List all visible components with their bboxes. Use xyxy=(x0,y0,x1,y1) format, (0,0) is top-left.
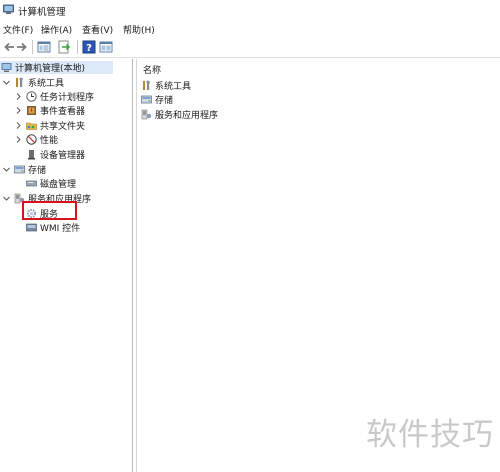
tree-item-label: 共享文件夹 xyxy=(40,122,86,132)
menu-help[interactable]: 帮助(H) xyxy=(123,23,155,36)
tree-item-device-manager[interactable]: 设备管理器 xyxy=(26,148,85,161)
event-viewer-icon xyxy=(27,106,36,115)
tree-item-label: 存储 xyxy=(28,166,47,176)
menu-bar: 文件(F) 操作(A) 查看(V) 帮助(H) xyxy=(0,21,500,36)
list-item-storage[interactable]: 存储 xyxy=(141,93,173,106)
export-list-icon[interactable] xyxy=(57,40,71,54)
highlight-annotation-box xyxy=(22,201,77,220)
tree-item-label: 性能 xyxy=(40,136,59,146)
tools-icon xyxy=(143,80,150,90)
tree-root-computer-management[interactable]: 计算机管理(本地) xyxy=(0,61,113,74)
chevron-down-icon[interactable] xyxy=(2,194,11,203)
tree-item-label: 磁盘管理 xyxy=(40,180,77,190)
list-item-label: 服务和应用程序 xyxy=(155,111,219,121)
tree-item-label: WMI 控件 xyxy=(40,224,81,234)
tree-item-disk-management[interactable]: 磁盘管理 xyxy=(26,177,76,190)
column-header-name[interactable]: 名称 xyxy=(143,63,161,76)
menu-action[interactable]: 操作(A) xyxy=(41,23,72,36)
tree-item-performance[interactable]: 性能 xyxy=(14,133,58,146)
wmi-icon xyxy=(26,223,37,232)
disk-icon xyxy=(26,180,37,187)
tree-item-label: 任务计划程序 xyxy=(40,93,95,103)
title-bar: 计算机管理 xyxy=(0,0,500,21)
tree-item-label: 系统工具 xyxy=(28,79,65,89)
tree-item-label: 设备管理器 xyxy=(40,151,86,161)
properties-icon[interactable] xyxy=(99,40,113,54)
forward-arrow-icon[interactable] xyxy=(15,40,29,54)
clock-icon xyxy=(26,91,37,102)
list-item-system-tools[interactable]: 系统工具 xyxy=(141,79,191,92)
show-tree-icon[interactable] xyxy=(37,40,51,54)
computer-management-icon xyxy=(3,4,14,14)
toolbar: ? xyxy=(0,37,500,58)
window-title: 计算机管理 xyxy=(18,7,66,18)
tree-item-label: 事件查看器 xyxy=(40,107,86,117)
services-apps-icon xyxy=(141,109,152,120)
watermark-text: 软件技巧 xyxy=(366,417,494,453)
device-manager-icon xyxy=(28,150,35,160)
back-arrow-icon[interactable] xyxy=(2,40,16,54)
tree-item-event-viewer[interactable]: 事件查看器 xyxy=(14,104,85,117)
navigation-tree[interactable]: 计算机管理(本地) 系统工具 任务计划程序 事件查看器 共享文件夹 性能 设备管… xyxy=(0,59,133,472)
help-icon[interactable]: ? xyxy=(82,40,96,54)
tree-item-shared-folders[interactable]: 共享文件夹 xyxy=(14,119,85,132)
chevron-down-icon[interactable] xyxy=(2,165,11,174)
tree-item-wmi-control[interactable]: WMI 控件 xyxy=(26,221,80,234)
chevron-right-icon[interactable] xyxy=(14,121,23,130)
menu-view[interactable]: 查看(V) xyxy=(82,23,113,36)
tree-item-storage[interactable]: 存储 xyxy=(2,163,46,176)
menu-file[interactable]: 文件(F) xyxy=(3,23,33,36)
shared-folder-icon xyxy=(26,122,37,130)
svg-text:?: ? xyxy=(86,43,92,54)
toolbar-separator xyxy=(77,40,78,54)
list-item-services-and-applications[interactable]: 服务和应用程序 xyxy=(141,108,218,121)
toolbar-separator xyxy=(32,40,33,54)
storage-icon xyxy=(14,165,25,174)
chevron-down-icon[interactable] xyxy=(2,78,11,87)
computer-icon xyxy=(1,63,12,72)
tree-item-system-tools[interactable]: 系统工具 xyxy=(2,76,64,89)
chevron-right-icon[interactable] xyxy=(14,135,23,144)
list-item-label: 存储 xyxy=(155,96,174,106)
tree-item-task-scheduler[interactable]: 任务计划程序 xyxy=(14,90,94,103)
list-item-label: 系统工具 xyxy=(155,82,192,92)
chevron-right-icon[interactable] xyxy=(14,106,23,115)
storage-icon xyxy=(141,95,152,104)
performance-icon xyxy=(26,134,37,145)
tree-root-label: 计算机管理(本地) xyxy=(15,64,86,74)
chevron-right-icon[interactable] xyxy=(14,92,23,101)
tools-icon xyxy=(16,77,23,87)
